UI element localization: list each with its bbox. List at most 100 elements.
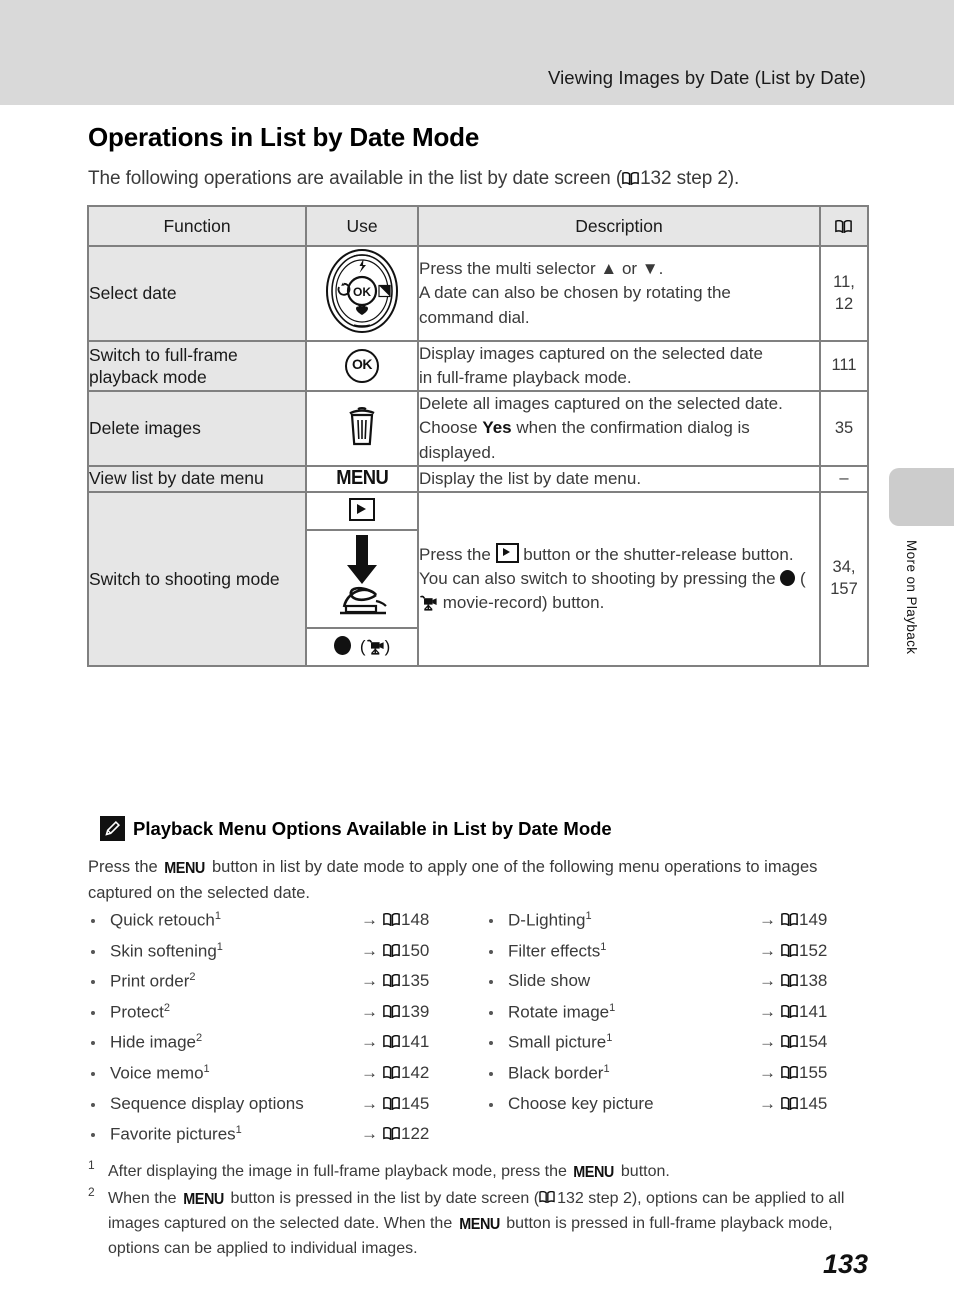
column-header-page-ref xyxy=(819,205,869,247)
menu-option-page-ref: → 141 xyxy=(759,1001,828,1021)
footnote-ref: 2 xyxy=(189,971,196,984)
book-icon xyxy=(622,172,639,185)
footnote-2: 2 When the MENU button is pressed in the … xyxy=(88,1185,873,1261)
description-cell: Press the button or the shutter-release … xyxy=(417,490,821,667)
arrow-right-icon: → xyxy=(361,971,378,991)
shutter-release-press-icon xyxy=(330,533,394,624)
page-ref-cell: 34, 157 xyxy=(819,490,869,667)
menu-option-item[interactable]: Hide image2 → 141 xyxy=(88,1032,478,1063)
chapter-thumb-tab xyxy=(889,468,954,526)
footnote-ref: 2 xyxy=(196,1032,203,1045)
arrow-right-icon: → xyxy=(361,1093,378,1113)
menu-option-page-ref: → 152 xyxy=(759,940,828,960)
menu-option-page-ref: → 135 xyxy=(361,971,430,991)
menu-option-item[interactable]: Small picture1 → 154 xyxy=(486,1032,876,1063)
ok-button-icon: OK xyxy=(345,349,379,384)
book-icon xyxy=(383,943,400,957)
record-dot-icon xyxy=(333,636,351,656)
arrow-right-icon: → xyxy=(759,1093,776,1113)
book-icon xyxy=(383,1127,400,1141)
menu-option-item[interactable]: Rotate image1 → 141 xyxy=(486,1002,876,1033)
footnote-marker: 1 xyxy=(88,1158,95,1172)
table-row: Select date OK Press the multi selector … xyxy=(87,245,869,342)
description-pre: Press the xyxy=(419,544,496,564)
arrow-right-icon: → xyxy=(361,1124,378,1144)
row-function-view-list-by-date-menu: View list by date menu xyxy=(87,464,307,493)
menu-option-label: Protect2 xyxy=(110,1001,170,1022)
footnote-ref: 1 xyxy=(235,1124,242,1137)
use-cell-movie-record-button: () xyxy=(305,626,419,667)
book-icon xyxy=(781,1096,798,1110)
book-icon xyxy=(383,1004,400,1018)
menu-option-page-ref: → 154 xyxy=(759,1032,828,1052)
page-running-header: Viewing Images by Date (List by Date) xyxy=(0,0,954,105)
footnote-text-post: button. xyxy=(616,1163,670,1180)
menu-option-item[interactable]: Favorite pictures1 → 122 xyxy=(88,1124,478,1155)
arrow-right-icon: → xyxy=(361,940,378,960)
bullet-dot xyxy=(91,1133,95,1138)
menu-option-item[interactable]: Voice memo1 → 142 xyxy=(88,1063,478,1094)
menu-option-page-ref: → 142 xyxy=(361,1062,430,1082)
description-line: command dial. xyxy=(419,307,530,327)
menu-button-icon: MENU xyxy=(336,467,389,490)
menu-option-item[interactable]: Slide show → 138 xyxy=(486,971,876,1002)
bullet-dot xyxy=(489,1102,493,1107)
description-bold-yes: Yes xyxy=(482,418,512,438)
menu-option-label: Hide image2 xyxy=(110,1032,203,1053)
use-cell: OK xyxy=(305,245,419,342)
footnote-ref: 1 xyxy=(609,1001,616,1014)
footnote-ref: 1 xyxy=(603,1062,610,1075)
page-ref-cell: 111 xyxy=(819,339,869,393)
bullet-dot xyxy=(91,980,95,985)
running-title: Viewing Images by Date (List by Date) xyxy=(547,67,866,88)
description-cell: Delete all images captured on the select… xyxy=(417,390,821,467)
menu-option-label: Slide show xyxy=(508,971,591,991)
menu-option-page-ref: → 138 xyxy=(759,971,828,991)
chapter-thumb-label: More on Playback xyxy=(904,540,919,655)
note-body-pre: Press the xyxy=(88,858,163,876)
menu-option-item[interactable]: Filter effects1 → 152 xyxy=(486,941,876,972)
footnote-text-mid: button is pressed in the list by date sc… xyxy=(226,1190,540,1207)
menu-option-page-ref: → 139 xyxy=(361,1001,430,1021)
menu-button-icon: MENU xyxy=(458,1216,500,1233)
menu-option-item[interactable]: Skin softening1 → 150 xyxy=(88,941,478,972)
intro-text-before: The following operations are available i… xyxy=(88,168,623,189)
menu-option-item[interactable]: Black border1 → 155 xyxy=(486,1063,876,1094)
menu-option-item[interactable]: Protect2 → 139 xyxy=(88,1002,478,1033)
menu-button-icon: MENU xyxy=(573,1164,615,1181)
footnote-1: 1 After displaying the image in full-fram… xyxy=(88,1158,873,1185)
book-icon xyxy=(781,974,798,988)
column-header-use: Use xyxy=(305,205,419,247)
arrow-right-icon: → xyxy=(759,940,776,960)
page-ref-cell: – xyxy=(819,464,869,493)
menu-option-item[interactable]: Sequence display options → 145 xyxy=(88,1094,478,1125)
menu-option-label: Sequence display options xyxy=(110,1093,304,1113)
arrow-right-icon: → xyxy=(361,1062,378,1082)
playback-button-icon xyxy=(495,542,519,563)
menu-option-page-ref: → 145 xyxy=(361,1093,430,1113)
footnote-text-pre: When the xyxy=(108,1190,181,1207)
bullet-dot xyxy=(489,1041,493,1046)
footnote-ref: 2 xyxy=(163,1001,170,1014)
menu-option-item[interactable]: Print order2 → 135 xyxy=(88,971,478,1002)
description-line: Press the multi selector ▲ or ▼. xyxy=(419,259,664,279)
menu-option-page-ref: → 148 xyxy=(361,910,430,929)
column-header-function: Function xyxy=(87,205,307,247)
menu-options-column-right: D-Lighting1 → 149 Filter effects1 → 152 Slide … xyxy=(486,910,876,1124)
menu-option-item[interactable]: Choose key picture → 145 xyxy=(486,1094,876,1125)
menu-option-label: D-Lighting1 xyxy=(508,910,592,930)
menu-option-label: Black border1 xyxy=(508,1062,610,1083)
arrow-right-icon: → xyxy=(361,1032,378,1052)
menu-button-icon: MENU xyxy=(183,1191,224,1208)
menu-option-item[interactable]: D-Lighting1 → 149 xyxy=(486,910,876,941)
bullet-dot xyxy=(91,919,95,923)
use-cell-shutter-release xyxy=(305,528,419,629)
bullet-dot xyxy=(489,1071,493,1076)
page-ref-cell: 35 xyxy=(819,390,869,467)
menu-option-item[interactable]: Quick retouch1 → 148 xyxy=(88,910,478,941)
description-line: in full-frame playback mode. xyxy=(419,368,632,388)
row-function-switch-shooting-mode: Switch to shooting mode xyxy=(87,490,307,667)
bullet-dot xyxy=(91,1010,95,1015)
arrow-right-icon: → xyxy=(759,1032,776,1052)
description-line: Display the list by date menu. xyxy=(419,468,642,488)
